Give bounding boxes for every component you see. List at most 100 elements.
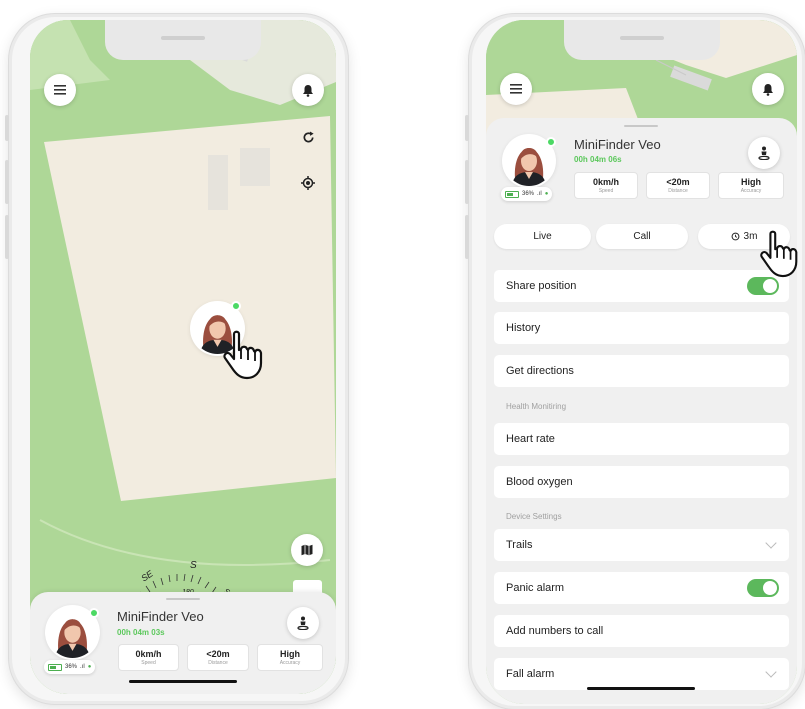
share-position-row[interactable]: Share position bbox=[494, 270, 789, 302]
online-status-dot bbox=[89, 608, 99, 618]
compass-label: S bbox=[190, 560, 197, 571]
bell-icon bbox=[303, 84, 313, 97]
fall-alarm-row[interactable]: Fall alarm bbox=[494, 658, 789, 690]
signal-icon: .ıl bbox=[537, 191, 542, 197]
share-position-toggle[interactable] bbox=[747, 277, 779, 295]
heart-rate-row[interactable]: Heart rate bbox=[494, 423, 789, 455]
menu-button[interactable] bbox=[500, 73, 532, 105]
stat-label: Speed bbox=[598, 188, 614, 194]
battery-level: 36% bbox=[65, 664, 78, 670]
battery-level: 36% bbox=[522, 191, 535, 197]
home-indicator bbox=[587, 687, 695, 690]
get-directions-label: Get directions bbox=[506, 365, 574, 377]
notifications-button[interactable] bbox=[292, 74, 324, 106]
panic-alarm-label: Panic alarm bbox=[506, 582, 565, 594]
call-button[interactable]: Call bbox=[596, 224, 688, 249]
signal-icon: .ıl bbox=[80, 664, 85, 670]
right-phone-screen: 36% .ıl ● MiniFinder Veo 00h 04m 06s 0km… bbox=[486, 20, 797, 704]
notifications-button[interactable] bbox=[752, 73, 784, 105]
person-mode-button[interactable] bbox=[748, 137, 780, 169]
device-bottom-sheet[interactable]: 36% .ıl ● MiniFinder Veo 00h 04m 03s 0km… bbox=[30, 592, 336, 694]
fall-alarm-label: Fall alarm bbox=[506, 668, 555, 680]
person-pin-icon bbox=[758, 146, 770, 160]
chevron-down-icon bbox=[765, 666, 777, 678]
sheet-drag-handle[interactable] bbox=[624, 125, 658, 127]
device-settings-section-label: Device Settings bbox=[506, 512, 562, 521]
history-label: History bbox=[506, 322, 541, 334]
left-phone-side-button bbox=[5, 160, 9, 204]
stat-value: 0km/h bbox=[592, 177, 619, 187]
live-button[interactable]: Live bbox=[494, 224, 591, 249]
refresh-button[interactable] bbox=[292, 121, 324, 153]
crosshair-icon bbox=[301, 176, 315, 190]
history-row[interactable]: History bbox=[494, 312, 789, 344]
add-numbers-row[interactable]: Add numbers to call bbox=[494, 615, 789, 647]
timer-icon bbox=[731, 232, 739, 241]
blood-oxygen-row[interactable]: Blood oxygen bbox=[494, 466, 789, 498]
stat-value: 0km/h bbox=[135, 649, 162, 659]
device-name: MiniFinder Veo bbox=[574, 137, 661, 152]
stat-label: Accuracy bbox=[740, 188, 762, 194]
stat-label: Distance bbox=[668, 188, 688, 194]
right-phone-side-button bbox=[465, 160, 469, 204]
chevron-down-icon bbox=[765, 537, 777, 549]
left-phone-side-button bbox=[5, 115, 9, 141]
battery-icon bbox=[505, 190, 519, 198]
home-indicator bbox=[129, 680, 237, 683]
heart-rate-label: Heart rate bbox=[506, 433, 555, 445]
stat-label: Accuracy bbox=[279, 660, 301, 666]
person-mode-button[interactable] bbox=[287, 607, 319, 639]
locate-button[interactable] bbox=[292, 167, 324, 199]
stat-label: Distance bbox=[208, 660, 228, 666]
right-phone-side-button bbox=[465, 215, 469, 259]
notch bbox=[563, 20, 720, 60]
bell-icon bbox=[763, 83, 773, 96]
hamburger-icon bbox=[510, 84, 522, 94]
stat-value: <20m bbox=[206, 649, 230, 659]
refresh-icon bbox=[303, 130, 314, 142]
stat-accuracy: High Accuracy bbox=[257, 644, 323, 671]
trails-label: Trails bbox=[506, 539, 533, 551]
left-phone-side-button bbox=[5, 215, 9, 259]
trails-row[interactable]: Trails bbox=[494, 529, 789, 561]
online-status-dot bbox=[231, 301, 241, 311]
device-elapsed-time: 00h 04m 06s bbox=[574, 155, 622, 164]
get-directions-row[interactable]: Get directions bbox=[494, 355, 789, 387]
panic-alarm-toggle[interactable] bbox=[747, 579, 779, 597]
stat-distance: <20m Distance bbox=[187, 644, 249, 671]
left-phone-screen: SE S 180 S bbox=[30, 20, 336, 694]
device-name: MiniFinder Veo bbox=[117, 609, 204, 624]
hamburger-icon bbox=[54, 85, 66, 95]
update-interval-value: 3m bbox=[743, 231, 758, 242]
location-pin-icon: ● bbox=[544, 191, 549, 197]
panic-alarm-row[interactable]: Panic alarm bbox=[494, 572, 789, 604]
hand-pointer-icon bbox=[760, 230, 798, 278]
device-status-pill: 36% .ıl ● bbox=[501, 187, 553, 201]
stat-value: High bbox=[741, 177, 761, 187]
device-detail-sheet[interactable]: 36% .ıl ● MiniFinder Veo 00h 04m 06s 0km… bbox=[486, 118, 797, 704]
menu-button[interactable] bbox=[44, 74, 76, 106]
hand-pointer-icon bbox=[223, 330, 263, 380]
stat-label: Speed bbox=[141, 660, 156, 666]
device-status-pill: 36% .ıl ● bbox=[44, 660, 96, 674]
health-section-label: Health Monitiring bbox=[506, 402, 567, 411]
share-position-label: Share position bbox=[506, 280, 577, 292]
stat-speed: 0km/h Speed bbox=[118, 644, 179, 671]
battery-icon bbox=[48, 663, 62, 671]
blood-oxygen-label: Blood oxygen bbox=[506, 476, 573, 488]
stat-distance: <20m Distance bbox=[646, 172, 710, 199]
device-elapsed-time: 00h 04m 03s bbox=[117, 628, 165, 637]
map-icon bbox=[301, 544, 313, 556]
add-numbers-label: Add numbers to call bbox=[506, 625, 604, 637]
stat-accuracy: High Accuracy bbox=[718, 172, 784, 199]
sheet-drag-handle[interactable] bbox=[166, 598, 200, 600]
stat-value: <20m bbox=[666, 177, 690, 187]
stat-speed: 0km/h Speed bbox=[574, 172, 638, 199]
online-status-dot bbox=[546, 137, 556, 147]
person-pin-icon bbox=[297, 616, 309, 630]
notch bbox=[105, 20, 261, 60]
right-phone-side-button bbox=[465, 115, 469, 141]
location-pin-icon: ● bbox=[87, 664, 92, 670]
map-type-button[interactable] bbox=[291, 534, 323, 566]
stat-value: High bbox=[280, 649, 300, 659]
